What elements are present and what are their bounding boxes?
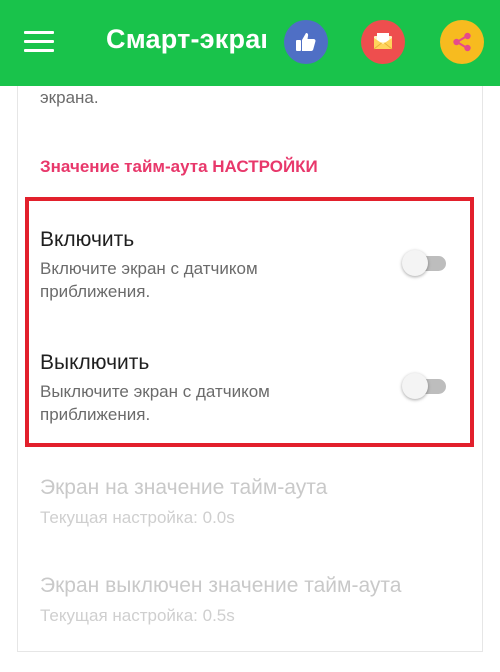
toggle-thumb: [402, 373, 428, 399]
share-button[interactable]: [440, 20, 484, 64]
app-title: Смарт-экран: [106, 24, 266, 54]
enable-toggle[interactable]: [402, 248, 446, 278]
hamburger-menu-icon[interactable]: [24, 31, 54, 53]
pref-disable-title[interactable]: Выключить: [40, 351, 149, 375]
previous-summary-tail: экрана.: [40, 88, 99, 107]
thumbs-up-icon: [296, 33, 316, 51]
section-header: Значение тайм-аута НАСТРОЙКИ: [40, 157, 318, 176]
pref-screen-on-timeout-title: Экран на значение тайм-аута: [40, 476, 328, 499]
pref-screen-off-timeout-title: Экран выключен значение тайм-аута: [40, 574, 402, 597]
like-button[interactable]: [284, 20, 328, 64]
disable-toggle[interactable]: [402, 371, 446, 401]
pref-screen-off-timeout-summary: Текущая настройка: 0.5s: [40, 606, 235, 625]
pref-enable-title[interactable]: Включить: [40, 228, 134, 252]
share-icon: [453, 32, 471, 52]
pref-screen-on-timeout-summary: Текущая настройка: 0.0s: [40, 508, 235, 527]
pref-enable-summary: Включите экран с датчиком приближения.: [40, 259, 258, 301]
mail-button[interactable]: [361, 20, 405, 64]
toggle-thumb: [402, 250, 428, 276]
app-bar: Смарт-экран: [0, 0, 500, 86]
pref-disable-summary: Выключите экран с датчиком приближения.: [40, 382, 270, 424]
envelope-icon: [373, 33, 393, 50]
